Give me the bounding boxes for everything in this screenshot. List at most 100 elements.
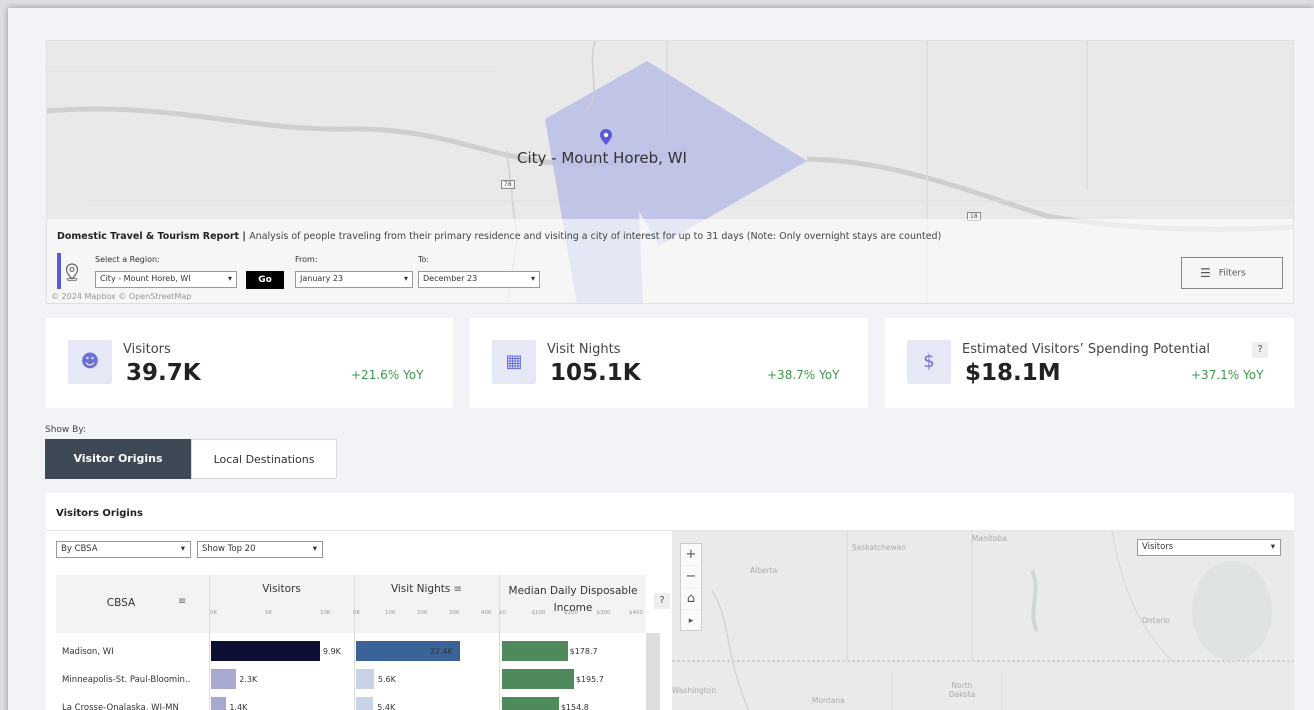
visitors-bar[interactable] [211, 697, 227, 710]
axis-tick-label: 30K [449, 610, 460, 616]
axis-tick-label: 10K [385, 610, 396, 616]
zoom-out-button[interactable]: − [681, 566, 701, 588]
column-header-visit-nights[interactable]: Visit Nights ≡ [354, 583, 499, 595]
zoom-in-button[interactable]: + [681, 544, 701, 566]
to-label: To: [418, 255, 430, 264]
kpi-card-visit-nights: ▦ Visit Nights 105.1K +38.7% YoY [470, 318, 868, 408]
from-select-value: January 23 [300, 274, 344, 283]
from-label: From: [295, 255, 318, 264]
axis-tick-label: 20K [417, 610, 428, 616]
group-by-select[interactable]: By CBSA ▾ [56, 541, 191, 558]
tab-visitor-origins[interactable]: Visitor Origins [45, 439, 191, 479]
report-header: Domestic Travel & Tourism Report | Analy… [47, 219, 1293, 303]
region-map[interactable]: City - Mount Horeb, WI 78 18 Domestic Tr… [46, 40, 1294, 304]
income-bar[interactable] [502, 641, 568, 661]
axis-tick-label: $100 [531, 610, 546, 616]
kpi-yoy: +21.6% YoY [351, 368, 424, 382]
axis-tick-label: 0K [210, 610, 218, 616]
income-value: $178.7 [569, 647, 598, 656]
kpi-yoy: +38.7% YoY [767, 368, 840, 382]
column-header-visit-nights-label: Visit Nights [390, 583, 451, 595]
route-shield: 78 [501, 180, 515, 189]
column-header-cbsa[interactable]: CBSA [56, 597, 186, 609]
visit-nights-bar[interactable] [356, 697, 374, 710]
axis-tick-label: 40K [481, 610, 492, 616]
top-n-value: Show Top 20 [202, 544, 256, 554]
table-scrollbar[interactable] [646, 633, 660, 710]
axis-tick-label: 10K [320, 610, 331, 616]
map-place-label: Saskatchewan [852, 543, 906, 552]
to-select[interactable]: December 23 ▾ [418, 271, 540, 288]
map-place-label: Montana [812, 696, 845, 705]
visit-nights-value: 32.4K [429, 647, 453, 656]
filters-button-label: Filters [1218, 268, 1246, 279]
region-select[interactable]: City - Mount Horeb, WI ▾ [95, 271, 237, 288]
kpi-card-visitors: ☻ Visitors 39.7K +21.6% YoY [46, 318, 453, 408]
kpi-card-spending: $ Estimated Visitors’ Spending Potential… [885, 318, 1294, 408]
visitors-bar[interactable] [211, 669, 237, 689]
from-select[interactable]: January 23 ▾ [295, 271, 413, 288]
axis-tick-label: $400 [629, 610, 643, 616]
calendar-icon: ▦ [492, 340, 536, 384]
visitors-origins-panel: Visitors Origins By CBSA ▾ Show Top 20 ▾ C… [46, 493, 1294, 710]
map-place-label: North Dakota [948, 681, 976, 699]
kpi-label: Visitors [123, 342, 171, 357]
axis-tick-label: 5K [265, 610, 273, 616]
chevron-down-icon: ▾ [403, 274, 408, 283]
play-icon[interactable]: ▸ [681, 610, 701, 632]
map-metric-value: Visitors [1142, 542, 1174, 552]
income-bar[interactable] [502, 697, 559, 710]
map-metric-select[interactable]: Visitors ▾ [1137, 539, 1281, 556]
top-n-select[interactable]: Show Top 20 ▾ [197, 541, 323, 558]
location-pin-icon[interactable] [600, 129, 612, 149]
location-icon [65, 263, 79, 285]
tab-local-destinations[interactable]: Local Destinations [191, 439, 337, 479]
income-bar[interactable] [502, 669, 574, 689]
visitors-value: 2.3K [239, 675, 258, 684]
report-description: Analysis of people traveling from their … [249, 231, 942, 242]
sort-icon[interactable]: ≡ [178, 596, 186, 607]
chevron-down-icon: ▾ [227, 274, 232, 283]
origins-map[interactable]: + − ⌂ ▸ Visitors ▾ Saskatchewan Manitoba … [672, 531, 1294, 710]
filters-button[interactable]: ☰ Filters [1181, 257, 1283, 289]
visit-nights-value: 5.6K [377, 675, 396, 684]
visit-nights-bar[interactable] [356, 669, 374, 689]
sort-icon[interactable]: ≡ [454, 584, 462, 595]
map-controls: + − ⌂ ▸ [680, 543, 702, 631]
axis-tick-label: $300 [596, 610, 611, 616]
axis-tick-label: $0 [499, 610, 506, 616]
kpi-value: 105.1K [550, 360, 641, 386]
visit-nights-value: 5.4K [377, 703, 396, 710]
kpi-label: Estimated Visitors’ Spending Potential [962, 342, 1211, 357]
go-button[interactable]: Go [246, 271, 284, 289]
group-by-value: By CBSA [61, 544, 98, 554]
spending-icon: $ [907, 340, 951, 384]
cbsa-name: Madison, WI [62, 647, 114, 657]
help-icon[interactable]: ? [1252, 342, 1268, 358]
kpi-label: Visit Nights [547, 342, 621, 357]
map-place-label: Manitoba [972, 534, 1007, 543]
report-title: Domestic Travel & Tourism Report [57, 231, 240, 242]
help-icon[interactable]: ? [654, 593, 670, 609]
region-select-value: City - Mount Horeb, WI [100, 274, 191, 283]
chevron-down-icon: ▾ [180, 544, 185, 554]
report-title-line: Domestic Travel & Tourism Report | Analy… [57, 231, 941, 242]
region-label: Select a Region: [95, 255, 160, 264]
accent-bar [57, 253, 61, 289]
map-place-label: Washington [672, 686, 717, 695]
sliders-icon: ☰ [1200, 266, 1211, 280]
home-icon[interactable]: ⌂ [681, 588, 701, 610]
title-separator: | [239, 231, 250, 242]
visitors-value: 9.9K [322, 647, 341, 656]
map-attribution[interactable]: © 2024 Mapbox © OpenStreetMap [51, 292, 191, 301]
visitors-icon: ☻ [68, 340, 112, 384]
to-select-value: December 23 [423, 274, 478, 283]
axis-tick-label: 0K [353, 610, 361, 616]
visitors-bar[interactable] [211, 641, 320, 661]
cbsa-name: La Crosse-Onalaska, WI-MN [62, 703, 179, 710]
column-header-visitors[interactable]: Visitors [209, 583, 354, 595]
visitors-value: 1.4K [229, 703, 248, 710]
income-value: $195.7 [575, 675, 604, 684]
chevron-down-icon: ▾ [1270, 542, 1275, 552]
chevron-down-icon: ▾ [530, 274, 535, 283]
